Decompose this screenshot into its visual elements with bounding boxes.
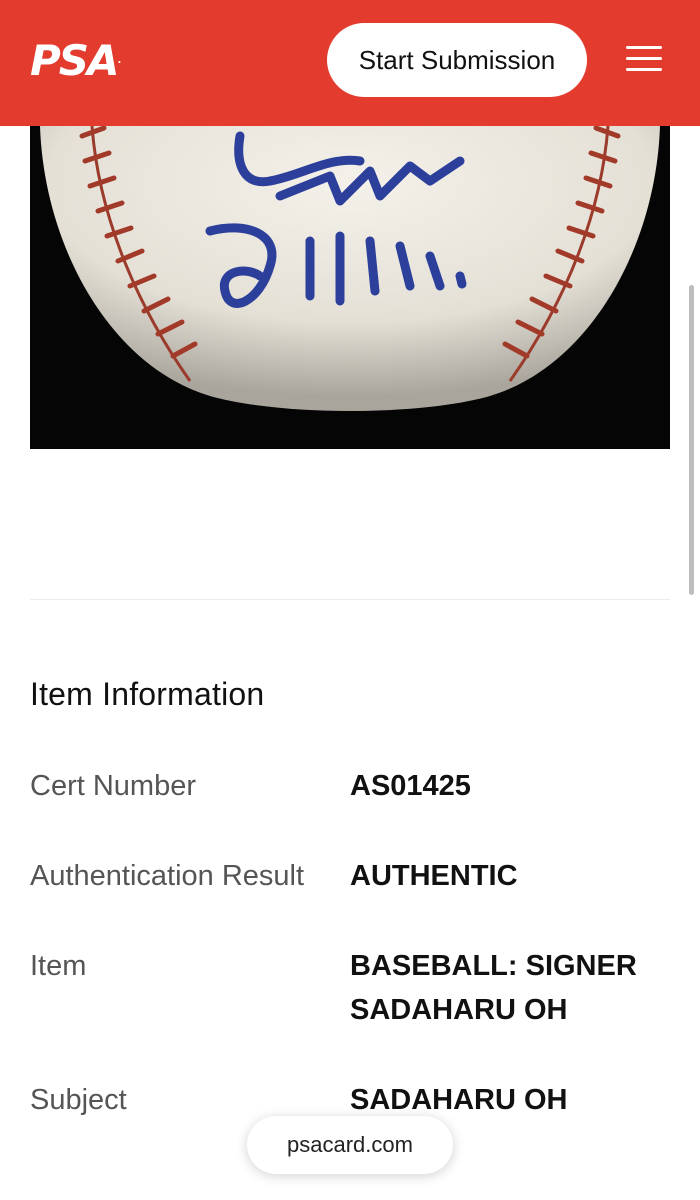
cert-number-label: Cert Number (30, 770, 196, 802)
item-information-heading: Item Information (30, 676, 265, 712)
section-divider (30, 599, 670, 600)
hamburger-menu-icon[interactable] (626, 46, 662, 74)
baseball-photo[interactable] (30, 126, 670, 449)
baseball-image (30, 126, 670, 449)
subject-label: Subject (30, 1084, 127, 1116)
cert-number-value: AS01425 (350, 770, 471, 802)
item-label: Item (30, 950, 87, 982)
authentication-result-value: AUTHENTIC (350, 860, 518, 892)
logo-text: PSA (30, 36, 120, 85)
psa-logo[interactable]: PSA. (30, 40, 121, 82)
start-submission-button[interactable]: Start Submission (327, 23, 587, 97)
authentication-result-label: Authentication Result (30, 860, 305, 892)
logo-tm: . (117, 55, 122, 66)
top-navigation-bar: PSA. Start Submission (0, 0, 700, 126)
page-scrollbar[interactable] (689, 285, 694, 595)
browser-url-pill[interactable]: psacard.com (247, 1116, 453, 1174)
item-value: BASEBALL: SIGNER SADAHARU OH (350, 950, 637, 1026)
